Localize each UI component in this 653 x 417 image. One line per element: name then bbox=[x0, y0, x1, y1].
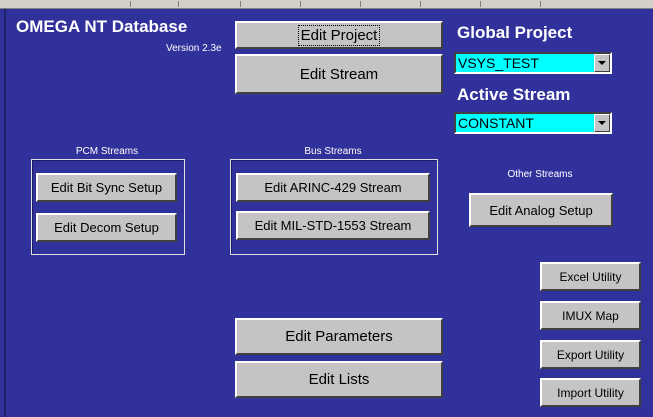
edit-milstd-label: Edit MIL-STD-1553 Stream bbox=[254, 218, 412, 233]
window-top-strip bbox=[0, 0, 653, 9]
edit-milstd-button[interactable]: Edit MIL-STD-1553 Stream bbox=[236, 211, 430, 240]
excel-utility-button[interactable]: Excel Utility bbox=[540, 262, 641, 291]
edit-parameters-label: Edit Parameters bbox=[285, 328, 393, 345]
global-project-combo[interactable]: VSYS_TEST bbox=[454, 52, 612, 74]
strip-divider bbox=[360, 1, 361, 7]
strip-divider bbox=[540, 1, 541, 7]
edit-parameters-button[interactable]: Edit Parameters bbox=[235, 318, 443, 355]
edit-stream-label: Edit Stream bbox=[299, 65, 379, 83]
strip-divider bbox=[420, 1, 421, 7]
excel-utility-label: Excel Utility bbox=[559, 269, 622, 284]
export-utility-label: Export Utility bbox=[556, 347, 625, 362]
active-stream-label: Active Stream bbox=[457, 85, 571, 104]
edit-analog-label: Edit Analog Setup bbox=[489, 202, 593, 218]
active-stream-dropdown-button[interactable] bbox=[594, 114, 610, 132]
other-streams-label: Other Streams bbox=[507, 169, 573, 180]
edit-decom-button[interactable]: Edit Decom Setup bbox=[36, 213, 177, 242]
strip-divider bbox=[130, 1, 131, 7]
pcm-streams-label: PCM Streams bbox=[75, 146, 139, 157]
import-utility-label: Import Utility bbox=[557, 385, 624, 400]
active-stream-combo[interactable]: CONSTANT bbox=[454, 112, 612, 134]
edit-lists-button[interactable]: Edit Lists bbox=[235, 361, 443, 398]
version-label: Version 2.3e bbox=[166, 43, 222, 54]
edit-stream-button[interactable]: Edit Stream bbox=[235, 54, 443, 94]
imux-map-button[interactable]: IMUX Map bbox=[540, 301, 641, 330]
import-utility-button[interactable]: Import Utility bbox=[540, 378, 641, 407]
edit-bit-sync-button[interactable]: Edit Bit Sync Setup bbox=[36, 173, 177, 202]
edit-arinc-label: Edit ARINC-429 Stream bbox=[264, 180, 402, 195]
edit-arinc-button[interactable]: Edit ARINC-429 Stream bbox=[236, 173, 430, 202]
strip-divider bbox=[240, 1, 241, 7]
edit-bit-sync-label: Edit Bit Sync Setup bbox=[50, 180, 163, 195]
strip-divider bbox=[300, 1, 301, 7]
export-utility-button[interactable]: Export Utility bbox=[540, 340, 641, 369]
bus-streams-label: Bus Streams bbox=[304, 146, 362, 157]
active-stream-value: CONSTANT bbox=[458, 115, 534, 131]
chevron-down-icon bbox=[598, 121, 606, 125]
edit-decom-label: Edit Decom Setup bbox=[54, 220, 159, 235]
global-project-dropdown-button[interactable] bbox=[594, 54, 610, 72]
strip-divider bbox=[480, 1, 481, 7]
imux-map-label: IMUX Map bbox=[562, 308, 619, 323]
edit-project-label: Edit Project bbox=[297, 24, 381, 46]
app-title: OMEGA NT Database bbox=[16, 17, 188, 36]
strip-divider bbox=[178, 1, 179, 7]
main-form: OMEGA NT Database Version 2.3e Edit Proj… bbox=[4, 9, 653, 417]
global-project-value: VSYS_TEST bbox=[458, 55, 539, 71]
edit-analog-button[interactable]: Edit Analog Setup bbox=[469, 193, 613, 227]
global-project-label: Global Project bbox=[457, 23, 573, 42]
edit-project-button[interactable]: Edit Project bbox=[235, 21, 443, 49]
edit-lists-label: Edit Lists bbox=[308, 371, 370, 388]
chevron-down-icon bbox=[598, 61, 606, 65]
